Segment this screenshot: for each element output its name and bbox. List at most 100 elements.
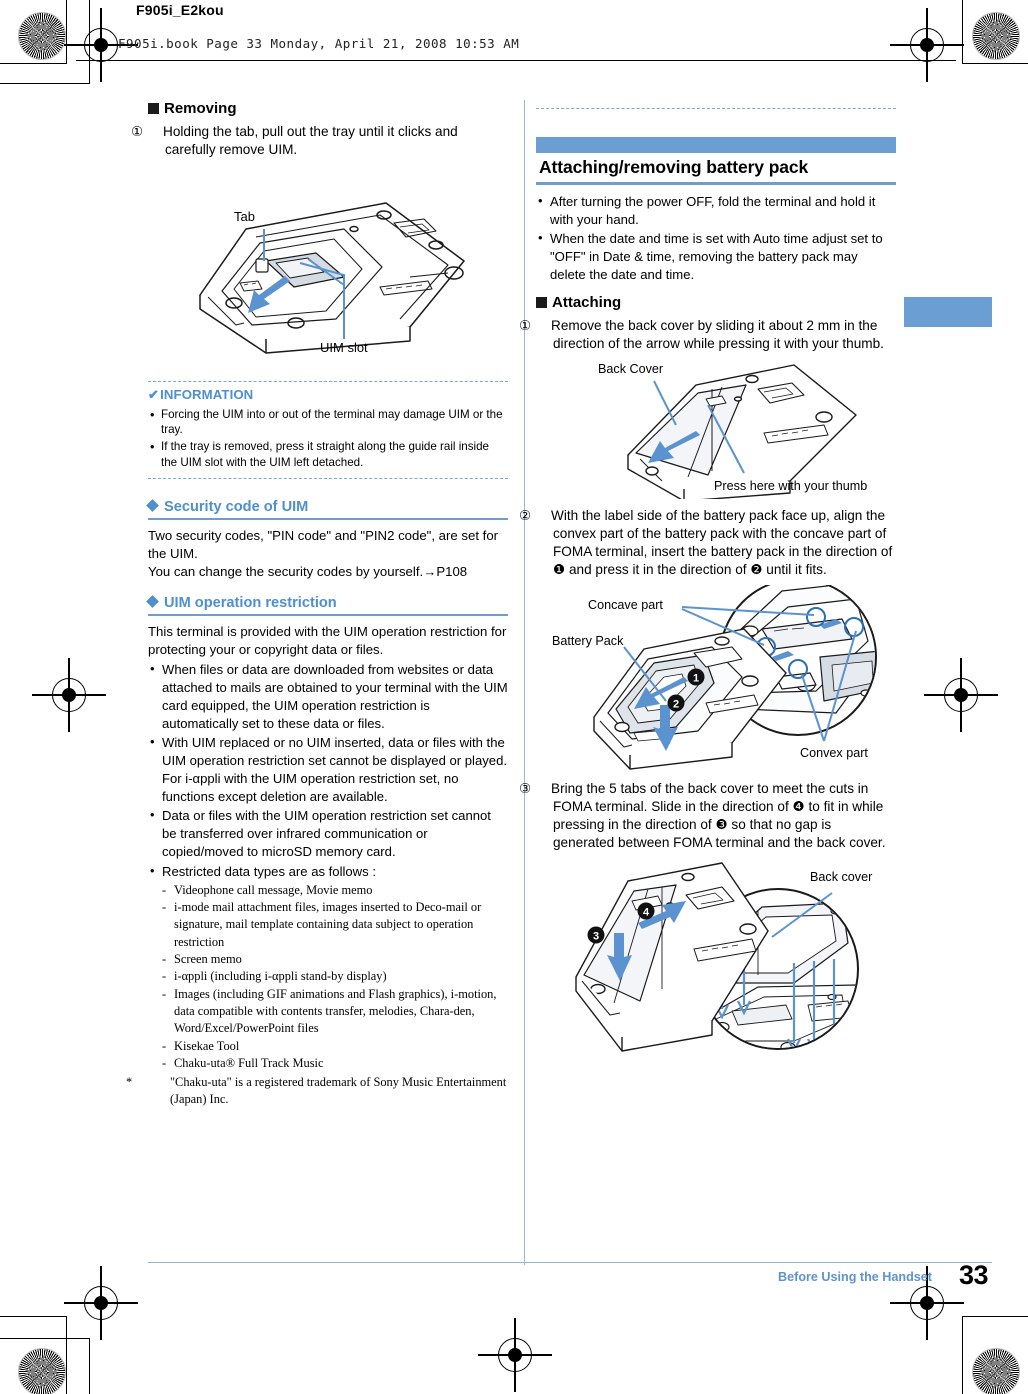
uim-restriction-intro: This terminal is provided with the UIM o… — [148, 623, 507, 657]
right-column: Attaching/removing battery pack After tu… — [519, 100, 896, 1054]
heading-uim-restriction-label: UIM operation restriction — [164, 594, 337, 611]
information-title-label: INFORMATION — [160, 386, 254, 402]
corner-box-top-right — [962, 0, 1028, 64]
registration-mark-top-right — [890, 8, 964, 82]
svg-text:2: 2 — [673, 698, 679, 710]
figure-label-battery-pack: Battery Pack — [552, 634, 624, 648]
diamond-bullet-icon — [146, 498, 159, 512]
list-item: If the tray is removed, press it straigh… — [148, 438, 508, 471]
section-bullets: After turning the power OFF, fold the te… — [536, 192, 896, 284]
check-icon: ✔ — [148, 386, 160, 402]
step-removing-1: ① Holding the tab, pull out the tray unti… — [131, 123, 508, 159]
list-item: When files or data are downloaded from w… — [148, 660, 508, 733]
security-code-paragraph-1: Two security codes, "PIN code" and "PIN2… — [148, 527, 499, 561]
section-banner: Attaching/removing battery pack — [536, 137, 896, 185]
heading-removing-label: Removing — [164, 100, 237, 117]
registration-mark-left-mid — [32, 658, 106, 732]
registration-mark-bottom-center — [478, 1318, 552, 1392]
figure-label-back-cover-2: Back cover — [810, 870, 872, 884]
figure-label-concave: Concave part — [588, 598, 663, 612]
figure-battery-insert: 1 2 Concave part Battery Pack Convex par… — [536, 584, 896, 770]
step-number-icon: ② — [519, 507, 532, 523]
step-attaching-2-part-1: With the label side of the battery pack … — [551, 507, 893, 559]
document-page: F905i_E2kou F905i.book Page 33 Monday, A… — [0, 0, 1028, 1394]
list-item: i-mode mail attachment files, images ins… — [162, 899, 508, 951]
registration-mark-right-mid — [924, 658, 998, 732]
step-attaching-2-part-3: until it fits. — [762, 561, 827, 577]
list-item: Restricted data types are as follows : — [148, 862, 508, 881]
figure-back-cover-removal: Back Cover Press here with your thumb — [536, 359, 896, 499]
figure-back-cover-svg: Back Cover Press here with your thumb — [598, 362, 867, 499]
column-divider — [524, 100, 526, 1265]
corner-box-bottom-right — [962, 1316, 1028, 1394]
figure-uim-removal: Tab UIM slot — [148, 167, 508, 357]
information-list: Forcing the UIM into or out of the termi… — [148, 406, 508, 471]
uim-restriction-bullets: When files or data are downloaded from w… — [148, 660, 508, 881]
section-rule-top — [536, 108, 896, 109]
information-rule-bottom — [148, 477, 508, 479]
list-item: Screen memo — [162, 951, 508, 969]
square-bullet-icon — [148, 103, 159, 114]
step-attaching-1: ① Remove the back cover by sliding it abo… — [519, 317, 896, 353]
list-item: Kisekae Tool — [162, 1038, 508, 1056]
heading-attaching-label: Attaching — [552, 294, 622, 312]
heading-security-code: Security code of UIM — [146, 498, 508, 515]
registration-mark-top-left — [64, 8, 138, 82]
marker-4-icon: ❹ — [792, 798, 805, 814]
security-code-paragraph-2: You can change the security codes by you… — [148, 563, 468, 579]
heading-attaching: Attaching — [536, 294, 896, 313]
heading-security-code-label: Security code of UIM — [164, 498, 309, 515]
marker-3-icon: ❸ — [715, 816, 728, 832]
svg-text:3: 3 — [593, 931, 599, 943]
step-attaching-3: ③ Bring the 5 tabs of the back cover to m… — [519, 780, 896, 852]
information-box: ✔INFORMATION Forcing the UIM into or out… — [148, 373, 508, 485]
trademark-footnote: * "Chaku-uta" is a registered trademark o… — [126, 1074, 508, 1109]
figure-battery-insert-svg: 1 2 Concave part Battery Pack Convex par… — [552, 584, 877, 770]
figure-back-cover-refit: 3 4 Back cover — [536, 859, 896, 1054]
list-item: Videophone call message, Movie memo — [162, 882, 508, 900]
figure-label-uim-slot: UIM slot — [320, 340, 368, 355]
figure-label-press-thumb: Press here with your thumb — [714, 479, 867, 493]
heading-uim-restriction: UIM operation restriction — [146, 594, 508, 611]
section-banner-bar — [536, 137, 896, 153]
list-item: With UIM replaced or no UIM inserted, da… — [148, 733, 508, 806]
svg-text:4: 4 — [643, 907, 650, 919]
step-attaching-2: ② With the label side of the battery pack… — [519, 507, 896, 579]
figure-label-back-cover: Back Cover — [598, 362, 663, 376]
side-index-tab — [904, 297, 992, 327]
restricted-data-types-list: Videophone call message, Movie memo i-mo… — [148, 882, 508, 1073]
svg-text:1: 1 — [693, 672, 699, 684]
step-attaching-2-part-2: and press it in the direction of — [565, 561, 751, 577]
list-item: Images (including GIF animations and Fla… — [162, 986, 508, 1038]
step-number-icon: ① — [131, 123, 144, 139]
square-bullet-icon — [536, 297, 547, 309]
header-rule — [76, 60, 956, 62]
section-title: Attaching/removing battery pack — [539, 157, 809, 177]
figure-label-tab: Tab — [234, 209, 255, 224]
list-item: Data or files with the UIM operation res… — [148, 806, 508, 861]
step-removing-1-text: Holding the tab, pull out the tray until… — [163, 123, 458, 157]
footnote-mark: * — [126, 1074, 133, 1089]
list-item: i-αppli (including i-αppli stand-by disp… — [162, 968, 508, 986]
registration-mark-bottom-right — [890, 1266, 964, 1340]
corner-box-bottom-left-b — [0, 1338, 90, 1394]
book-info-line: F905i.book Page 33 Monday, April 21, 200… — [118, 36, 520, 51]
document-title: F905i_E2kou — [136, 2, 224, 18]
heading-uim-restriction-rule — [148, 613, 508, 616]
left-column: Removing ① Holding the tab, pull out the … — [126, 100, 508, 1109]
heading-removing: Removing — [148, 100, 508, 119]
marker-1-icon: ❶ — [553, 561, 566, 577]
footer-page-number: 33 — [958, 1260, 989, 1290]
section-title-rule — [536, 182, 896, 185]
registration-mark-bottom-left — [64, 1266, 138, 1340]
list-item: When the date and time is set with Auto … — [536, 229, 896, 284]
heading-security-code-rule — [148, 517, 508, 520]
diamond-bullet-icon — [146, 594, 159, 608]
information-title: ✔INFORMATION — [148, 387, 508, 403]
list-item: Forcing the UIM into or out of the termi… — [148, 406, 508, 439]
corner-box-top-left-b — [0, 0, 90, 84]
marker-2-icon: ❷ — [750, 561, 763, 577]
footer-rule — [148, 1262, 992, 1264]
footer-chapter: Before Using the Handset — [778, 1270, 932, 1284]
footnote-text: "Chaku-uta" is a registered trademark of… — [170, 1074, 507, 1106]
